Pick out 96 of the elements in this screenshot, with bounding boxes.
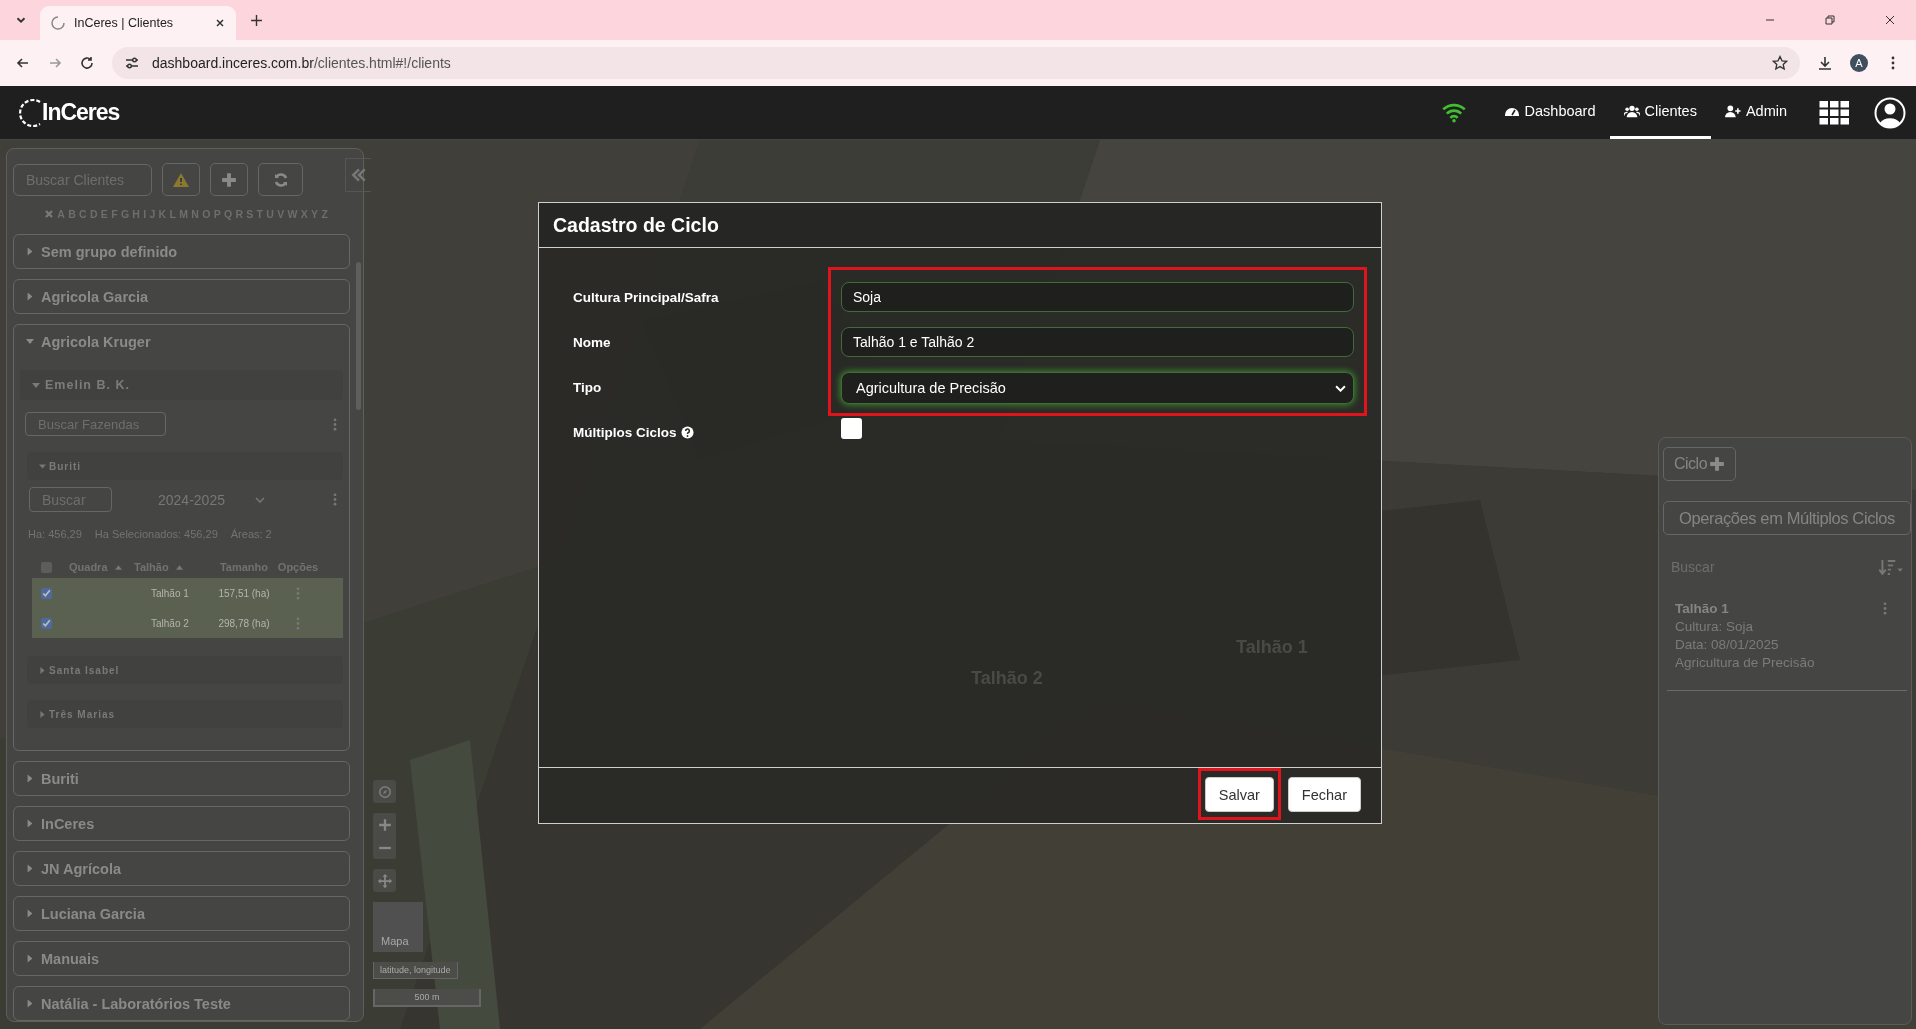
- clear-icon[interactable]: [44, 209, 54, 219]
- compass-button[interactable]: [373, 780, 396, 803]
- caret-icon: [26, 864, 34, 873]
- field-label: Múltiplos Ciclos: [573, 417, 828, 447]
- group-header[interactable]: Agricola Garcia: [14, 280, 349, 313]
- user-header[interactable]: Emelin B. K.: [20, 370, 343, 400]
- dialog-button[interactable]: Fechar: [1287, 777, 1361, 812]
- table-cell-text: 157,51 (ha): [217, 587, 271, 599]
- warning-icon: [173, 171, 189, 188]
- kebab-icon[interactable]: [333, 417, 337, 431]
- cycle-name: Talhão 1: [1675, 601, 1729, 616]
- restore-icon[interactable]: [1824, 14, 1836, 26]
- group-header[interactable]: Sem grupo definido: [14, 235, 349, 268]
- table-cell-text: Talhão 1: [150, 587, 190, 599]
- site-info-icon[interactable]: [124, 55, 140, 71]
- nav-link[interactable]: Admin: [1710, 86, 1801, 139]
- field-label: Nome: [573, 333, 612, 352]
- caret-icon: [39, 710, 46, 718]
- browser-tab[interactable]: InCeres | Clientes: [40, 6, 236, 40]
- collapse-button[interactable]: [345, 158, 371, 192]
- new-cycle-button[interactable]: Ciclo: [1663, 447, 1737, 481]
- plus-icon: [221, 171, 237, 188]
- users-icon: [1623, 103, 1640, 119]
- group-header[interactable]: Buriti: [14, 762, 349, 795]
- caret-icon: [26, 292, 34, 301]
- group-header[interactable]: Agricola Kruger: [14, 325, 349, 358]
- plus-icon: [377, 817, 392, 832]
- dialog-button[interactable]: Salvar: [1204, 777, 1274, 812]
- group-header[interactable]: Natália - Laboratórios Teste: [14, 987, 349, 1020]
- field-label: Tipo: [573, 378, 603, 397]
- wifi-icon: [1441, 102, 1466, 123]
- plus-icon: [1709, 456, 1726, 472]
- table-cell-text: Talhão 2: [150, 617, 190, 629]
- logo-text[interactable]: InCeres: [42, 99, 120, 126]
- table-cell-text: 298,78 (ha): [217, 617, 271, 629]
- apps-grid-icon[interactable]: [1819, 100, 1850, 125]
- caret-icon: [26, 819, 34, 828]
- caret-icon: [26, 337, 34, 346]
- kebab-icon[interactable]: [333, 493, 337, 506]
- new-tab-icon[interactable]: [250, 13, 263, 27]
- minimap[interactable]: Mapa: [373, 902, 423, 952]
- caret-icon: [39, 462, 46, 470]
- chevron-icon: [1335, 384, 1346, 392]
- farm-header[interactable]: Três Marias: [27, 700, 343, 728]
- close-icon[interactable]: [214, 17, 226, 29]
- scale-bar: 500 m: [373, 989, 481, 1007]
- group-header[interactable]: InCeres: [14, 807, 349, 840]
- user-icon[interactable]: [1874, 96, 1906, 129]
- refresh-button[interactable]: [258, 163, 303, 196]
- row-checkbox[interactable]: [41, 617, 52, 629]
- farm-header[interactable]: Santa Isabel: [27, 656, 343, 684]
- checkbox[interactable]: [841, 418, 862, 439]
- kebab-icon[interactable]: [296, 586, 300, 600]
- row-checkbox[interactable]: [41, 587, 52, 599]
- refresh-icon: [272, 171, 289, 188]
- kebab-icon[interactable]: [1883, 602, 1887, 615]
- minimap-label: Mapa: [381, 935, 409, 947]
- caret-icon: [26, 909, 34, 918]
- group-header[interactable]: Manuais: [14, 942, 349, 975]
- group-header[interactable]: JN Agrícola: [14, 852, 349, 885]
- group-header[interactable]: Luciana Garcia: [14, 897, 349, 930]
- select-all-checkbox[interactable]: [41, 561, 52, 573]
- nav-link[interactable]: Dashboard: [1489, 86, 1610, 139]
- caret-icon: [26, 774, 34, 783]
- scrollbar[interactable]: [356, 262, 361, 410]
- caret-icon: [26, 954, 34, 963]
- close-icon[interactable]: [1884, 14, 1896, 26]
- field-label: Cultura Principal/Safra: [573, 288, 720, 307]
- caret-icon: [26, 247, 34, 256]
- user-plus-icon: [1724, 103, 1741, 119]
- move-arrows-icon: [377, 873, 392, 888]
- pan-button[interactable]: [373, 869, 396, 892]
- modal-title: Cadastro de Ciclo: [553, 213, 719, 237]
- text-field[interactable]: Talhão 1 e Talhão 2: [841, 327, 1354, 357]
- profile-avatar[interactable]: A: [1850, 54, 1868, 72]
- caret-icon: [26, 999, 34, 1008]
- help-icon[interactable]: [680, 425, 694, 439]
- compass-icon: [377, 784, 392, 799]
- sort-icon[interactable]: [1879, 559, 1903, 575]
- farm-header[interactable]: Buriti: [27, 452, 343, 480]
- alert-button[interactable]: [162, 163, 200, 196]
- table-row[interactable]: Talhão 2 298,78 (ha): [32, 608, 343, 638]
- table-row[interactable]: Talhão 1 157,51 (ha): [32, 578, 343, 608]
- type-select[interactable]: Agricultura de Precisão: [841, 372, 1354, 404]
- coordinates-readout: latitude, longitude: [373, 962, 458, 979]
- add-button[interactable]: [210, 163, 248, 196]
- bookmark-star-icon[interactable]: [1772, 55, 1788, 71]
- caret-icon: [32, 380, 40, 390]
- caret-icon: [39, 666, 46, 674]
- double-chevron-icon: [350, 167, 367, 183]
- address-field[interactable]: dashboard.inceres.com.br/clientes.html#!/clients: [112, 47, 1800, 79]
- kebab-icon[interactable]: [296, 616, 300, 630]
- multi-cycle-button[interactable]: Operações em Múltiplos Ciclos: [1663, 501, 1911, 535]
- chevron-icon: [254, 496, 265, 503]
- text-field[interactable]: Soja: [841, 282, 1354, 312]
- loading-icon: [50, 15, 66, 31]
